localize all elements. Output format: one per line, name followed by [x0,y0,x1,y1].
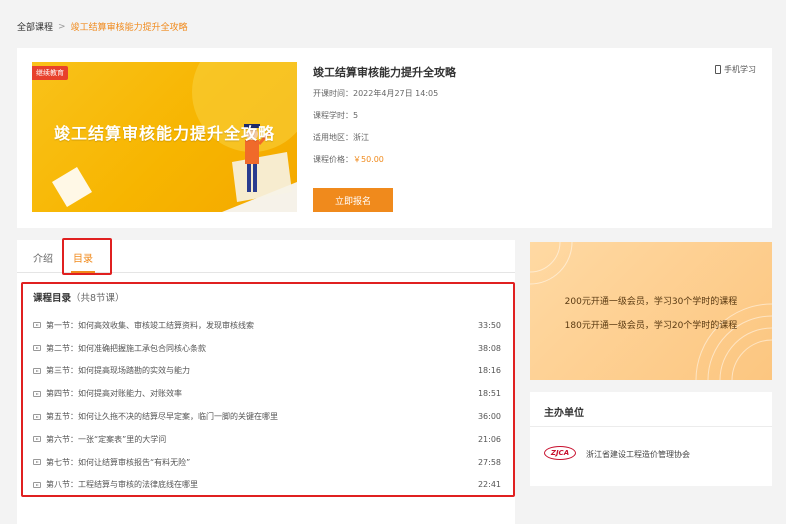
tab-intro[interactable]: 介绍 [33,250,53,265]
lesson-item[interactable]: 第四节：如何提高对账能力、对账效率 18:51 [33,382,501,405]
lesson-duration: 36:00 [477,412,501,422]
mobile-learning-label: 手机学习 [724,65,756,74]
sponsor-panel: 主办单位 ZJCA 浙江省建设工程造价管理协会 [530,392,772,486]
course-info: 竣工结算审核能力提升全攻略 开课时间：2022年4月27日 14:05 课程学时… [313,64,456,176]
lesson-name: 第一节：如何高效收集、审核竣工结算资料，发现审核线索 [46,320,254,330]
lesson-name: 第二节：如何准确把握施工承包合同核心条款 [46,343,206,353]
breadcrumb: 全部课程 > 竣工结算审核能力提升全攻略 [17,20,188,34]
cover-title: 竣工结算审核能力提升全攻略 [53,124,275,143]
enroll-button[interactable]: 立即报名 [313,188,393,212]
lesson-duration: 22:41 [477,480,501,490]
video-play-icon [33,367,41,374]
price-label: 课程价格： [313,155,353,164]
cover-badge: 继续教育 [32,66,68,80]
catalog-tab-highlight-box [62,238,112,275]
price-value: ￥50.00 [353,155,384,164]
video-play-icon [33,345,41,352]
promo-arc-decoration-icon [530,242,772,380]
promo-line-2: 180元开通一级会员，学习20个学时的课程 [564,321,738,331]
breadcrumb-current: 竣工结算审核能力提升全攻略 [70,23,188,33]
course-detail-panel: 介绍 目录 课程目录（共8节课） 第一节：如何高效收集、审核竣工结算资料，发现审… [17,238,515,524]
lesson-duration: 33:50 [477,320,501,330]
lesson-duration: 21:06 [477,434,501,444]
region-row: 适用地区：浙江 [313,132,456,143]
price-row: 课程价格：￥50.00 [313,154,456,165]
lesson-item[interactable]: 第七节：如何让结算审核报告“有料无险” 27:58 [33,451,501,474]
phone-icon [715,65,721,74]
sponsor-heading: 主办单位 [544,408,584,419]
video-play-icon [33,390,41,397]
breadcrumb-separator: > [58,21,66,32]
video-play-icon [33,413,41,420]
lesson-item[interactable]: 第一节：如何高效收集、审核竣工结算资料，发现审核线索 33:50 [33,314,501,337]
lesson-item[interactable]: 第三节：如何提高现场踏勘的实效与能力 18:16 [33,360,501,383]
catalog-heading: 课程目录（共8节课） [33,290,125,304]
region-label: 适用地区： [313,133,353,142]
video-play-icon [33,322,41,329]
lesson-name: 第三节：如何提高现场踏勘的实效与能力 [46,366,190,376]
mobile-learning-link[interactable]: 手机学习 [715,64,756,75]
sponsor-logo: ZJCA [544,446,576,460]
course-title: 竣工结算审核能力提升全攻略 [313,66,456,79]
lesson-item[interactable]: 第六节：一张“定案表”里的大学问 21:06 [33,428,501,451]
region-value: 浙江 [353,133,369,142]
hours-value: 5 [353,111,359,120]
catalog-lesson-count: （共8节课） [71,293,125,304]
start-time-row: 开课时间：2022年4月27日 14:05 [313,88,456,99]
video-play-icon [33,459,41,466]
hours-label: 课程学时： [313,111,353,120]
course-cover-image: 继续教育 竣工结算审核能力提升全攻略 [32,62,297,212]
video-play-icon [33,481,41,488]
course-card: 继续教育 竣工结算审核能力提升全攻略 竣工结算审核能力提升全攻略 开课时间：20… [17,48,772,228]
breadcrumb-root-link[interactable]: 全部课程 [17,20,53,33]
lesson-duration: 18:16 [477,366,501,376]
promo-line-1: 200元开通一级会员，学习30个学时的课程 [564,297,738,307]
lesson-duration: 18:51 [477,389,501,399]
lesson-item[interactable]: 第五节：如何让久拖不决的结算尽早定案，临门一脚的关键在哪里 36:00 [33,405,501,428]
membership-promo-banner[interactable]: 200元开通一级会员，学习30个学时的课程 180元开通一级会员，学习20个学时… [530,242,772,380]
hours-row: 课程学时：5 [313,110,456,121]
video-play-icon [33,436,41,443]
lesson-name: 第四节：如何提高对账能力、对账效率 [46,389,182,399]
lesson-duration: 38:08 [477,343,501,353]
lesson-duration: 27:58 [477,457,501,467]
catalog-heading-title: 课程目录 [33,293,72,304]
lesson-name: 第六节：一张“定案表”里的大学问 [46,434,167,444]
lesson-item[interactable]: 第八节：工程结算与审核的法律底线在哪里 22:41 [33,474,501,497]
lesson-name: 第八节：工程结算与审核的法律底线在哪里 [46,480,198,490]
start-time-label: 开课时间： [313,89,353,98]
lesson-list: 第一节：如何高效收集、审核竣工结算资料，发现审核线索 33:50 第二节：如何准… [33,314,501,496]
start-time-value: 2022年4月27日 14:05 [353,89,439,98]
sponsor-org-name: 浙江省建设工程造价管理协会 [586,450,690,459]
lesson-item[interactable]: 第二节：如何准确把握施工承包合同核心条款 38:08 [33,337,501,360]
lesson-name: 第七节：如何让结算审核报告“有料无险” [46,457,191,467]
sponsor-divider [530,426,772,427]
lesson-name: 第五节：如何让久拖不决的结算尽早定案，临门一脚的关键在哪里 [46,412,278,422]
